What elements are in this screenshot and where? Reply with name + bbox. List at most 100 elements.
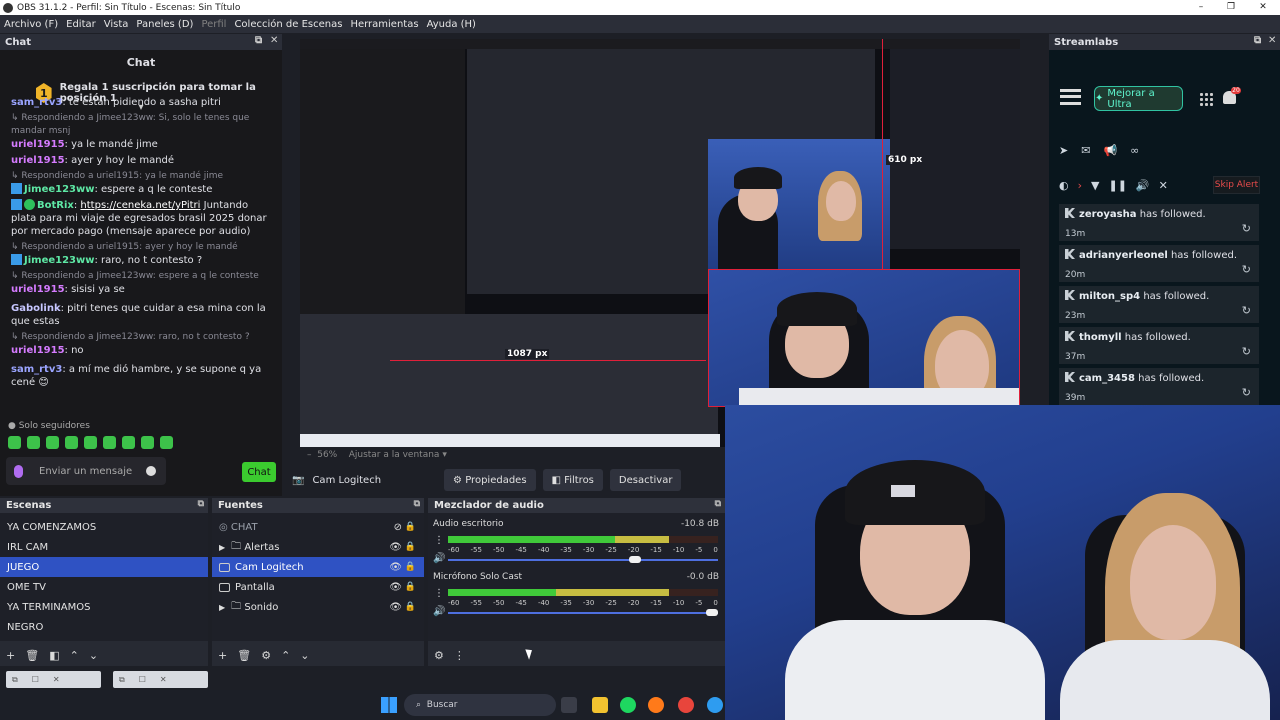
event-item[interactable]: thomyll has followed. 37m ↻	[1059, 327, 1259, 364]
emote-icon[interactable]	[8, 436, 21, 449]
emote-icon[interactable]	[141, 436, 154, 449]
replay-icon[interactable]: ↻	[1242, 386, 1251, 399]
eye-icon[interactable]: 👁	[389, 582, 402, 593]
event-item[interactable]: milton_sp4 has followed. 23m ↻	[1059, 286, 1259, 323]
chat-username[interactable]: Jimee123ww	[24, 184, 94, 195]
expand-arrow-icon[interactable]: ▶	[219, 543, 225, 552]
menu-profile[interactable]: Perfil	[197, 19, 230, 30]
move-down-icon[interactable]: ⌄	[89, 649, 98, 662]
menu-tools[interactable]: Herramientas	[346, 19, 422, 30]
chat-username[interactable]: sam_rtv3	[11, 364, 62, 375]
filter-icon[interactable]: ▼	[1091, 179, 1099, 192]
chat-username[interactable]: BotRix	[37, 200, 74, 211]
close-dock-icon[interactable]: ✕	[1268, 35, 1276, 46]
minimized-window-tab[interactable]: ⧉ ☐ ✕	[113, 671, 208, 688]
chat-username[interactable]: Gabolink	[11, 303, 61, 314]
track-options-icon[interactable]: ⋮	[434, 535, 444, 546]
chat-send-button[interactable]: Chat	[242, 462, 276, 482]
move-down-icon[interactable]: ⌄	[300, 649, 309, 662]
properties-button[interactable]: ⚙ Propiedades	[444, 469, 536, 491]
taskbar-search[interactable]: ⌕ Buscar	[404, 694, 556, 716]
theme-icon[interactable]: ◐	[1059, 179, 1069, 192]
scene-item-selected[interactable]: JUEGO	[0, 557, 208, 577]
emote-icon[interactable]	[160, 436, 173, 449]
scene-item[interactable]: YA TERMINAMOS	[0, 597, 208, 617]
hidden-eye-icon[interactable]: ⊘	[394, 522, 402, 533]
source-item-selected[interactable]: Cam Logitech 👁 🔒	[212, 557, 424, 577]
scene-item[interactable]: YA COMENZAMOS	[0, 517, 208, 537]
volume-slider[interactable]	[448, 609, 718, 616]
emote-icon[interactable]	[84, 436, 97, 449]
preview-area[interactable]: 610 px 1087 px – 56% Ajustar a la ventan…	[282, 34, 1020, 464]
chrome-icon[interactable]	[678, 697, 694, 713]
eye-icon[interactable]: 👁	[389, 542, 402, 553]
track-options-icon[interactable]: ⋮	[434, 588, 444, 599]
event-item[interactable]: cam_3458 has followed. 39m ↻	[1059, 368, 1259, 405]
lock-icon[interactable]: 🔒	[405, 562, 416, 572]
replay-icon[interactable]: ↻	[1242, 263, 1251, 276]
menu-view[interactable]: Vista	[100, 19, 133, 30]
menu-file[interactable]: Archivo (F)	[0, 19, 62, 30]
restore-icon[interactable]: ☐	[32, 675, 39, 684]
zoom-controls[interactable]: – 56% Ajustar a la ventana ▾	[307, 450, 447, 460]
link-icon[interactable]: ∞	[1130, 144, 1139, 157]
lock-icon[interactable]: 🔒	[405, 522, 416, 532]
emote-icon[interactable]	[103, 436, 116, 449]
edge-icon[interactable]	[707, 697, 723, 713]
speaker-icon[interactable]: 🔊	[433, 553, 445, 564]
chat-username[interactable]: uriel1915	[11, 345, 65, 356]
menu-docks[interactable]: Paneles (D)	[132, 19, 197, 30]
replay-icon[interactable]: ↻	[1242, 222, 1251, 235]
close-dock-icon[interactable]: ✕	[270, 35, 278, 46]
close-icon[interactable]: ✕	[53, 675, 60, 684]
start-menu-icon[interactable]	[381, 697, 397, 713]
remove-scene-icon[interactable]: 🗑	[25, 649, 39, 662]
firefox-icon[interactable]	[648, 697, 664, 713]
lock-icon[interactable]: 🔒	[405, 602, 416, 612]
emote-icon[interactable]	[46, 436, 59, 449]
selected-camera-source[interactable]	[708, 269, 1020, 407]
filters-button[interactable]: ◧ Filtros	[542, 469, 603, 491]
file-explorer-icon[interactable]	[592, 697, 608, 713]
source-item[interactable]: ▶ 🗀 Alertas 👁 🔒	[212, 537, 424, 557]
maximize-button[interactable]: ❐	[1216, 0, 1246, 15]
pause-icon[interactable]: ❚❚	[1108, 179, 1126, 192]
scene-filters-icon[interactable]: ◧	[49, 649, 59, 662]
skip-alert-button[interactable]: Skip Alert	[1213, 176, 1260, 194]
lock-icon[interactable]: 🔒	[405, 542, 416, 552]
source-item[interactable]: ◎ CHAT ⊘ 🔒	[212, 517, 424, 537]
chat-username[interactable]: sam_rtv3	[11, 97, 62, 108]
add-source-icon[interactable]: +	[218, 649, 227, 662]
apps-grid-icon[interactable]	[1199, 92, 1213, 106]
remove-source-icon[interactable]: 🗑	[237, 649, 251, 662]
deactivate-button[interactable]: Desactivar	[609, 469, 682, 491]
scene-item[interactable]: IRL CAM	[0, 537, 208, 557]
event-item[interactable]: zeroyasha has followed. 13m ↻	[1059, 204, 1259, 241]
close-window-button[interactable]: ✕	[1248, 0, 1278, 15]
volume-slider[interactable]	[448, 556, 718, 563]
megaphone-icon[interactable]: 📢	[1103, 144, 1117, 157]
emote-icon[interactable]	[122, 436, 135, 449]
mixer-menu-icon[interactable]: ⋮	[454, 649, 465, 662]
lock-icon[interactable]: 🔒	[405, 582, 416, 592]
emote-icon[interactable]	[27, 436, 40, 449]
float-dock-icon[interactable]: ⧉	[715, 499, 721, 509]
volume-knob[interactable]	[628, 556, 641, 563]
scene-item[interactable]: NEGRO	[0, 617, 208, 637]
source-settings-icon[interactable]: ⚙	[261, 649, 271, 662]
chat-username[interactable]: Jimee123ww	[24, 255, 94, 266]
chat-input[interactable]: Enviar un mensaje	[6, 457, 166, 485]
replay-icon[interactable]: ↻	[1242, 345, 1251, 358]
float-dock-icon[interactable]: ⧉	[255, 35, 262, 46]
speaker-icon[interactable]: 🔊	[433, 606, 445, 617]
gift-icon[interactable]: ✉	[1081, 144, 1090, 157]
close-icon[interactable]: ✕	[160, 675, 167, 684]
minimized-window-tab[interactable]: ⧉ ☐ ✕	[6, 671, 101, 688]
upgrade-ultra-button[interactable]: ✦ Mejorar a Ultra	[1094, 86, 1183, 111]
minimize-button[interactable]: –	[1186, 0, 1216, 15]
float-dock-icon[interactable]: ⧉	[198, 499, 204, 509]
menu-help[interactable]: Ayuda (H)	[423, 19, 480, 30]
menu-icon[interactable]	[1060, 89, 1081, 105]
source-item[interactable]: ▶ 🗀 Sonido 👁 🔒	[212, 597, 424, 617]
expand-arrow-icon[interactable]: ▶	[219, 603, 225, 612]
